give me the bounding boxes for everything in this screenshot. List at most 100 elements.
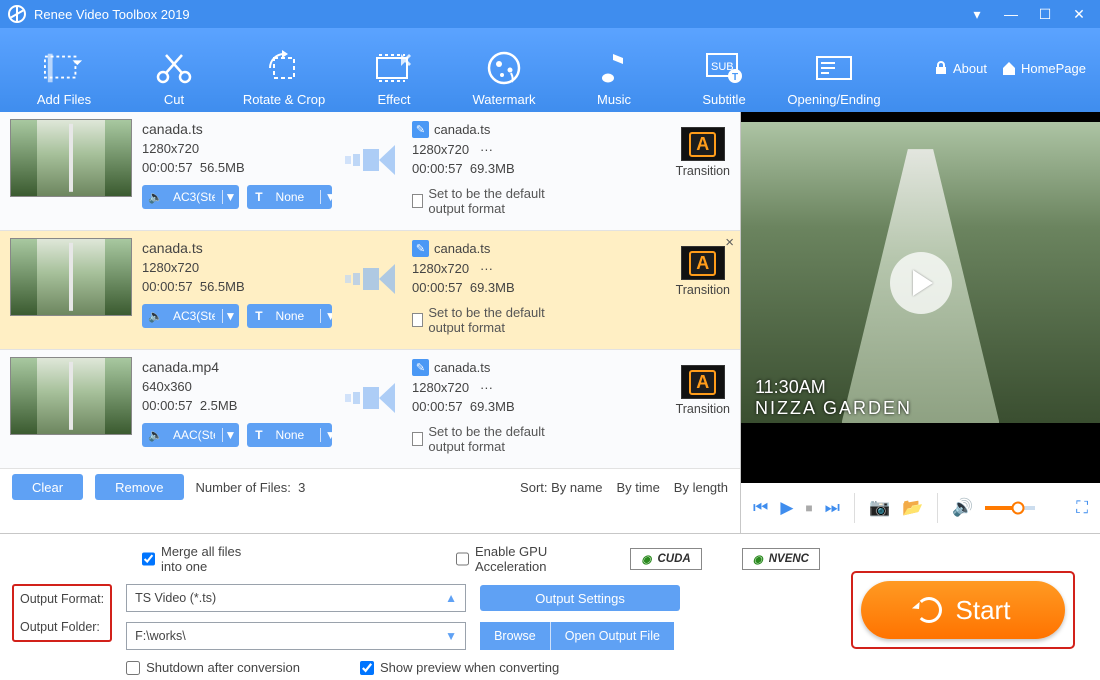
- arrow-icon: [342, 119, 402, 175]
- file-row[interactable]: canada.ts 1280x720 00:00:57 56.5MB 🔈 AC3…: [0, 112, 740, 231]
- tool-label: Music: [597, 92, 631, 107]
- output-folder-label: Output Folder:: [20, 620, 104, 634]
- sort-options: Sort: By name By time By length: [520, 480, 728, 495]
- output-name: canada.ts: [434, 241, 490, 256]
- show-preview-checkbox[interactable]: Show preview when converting: [360, 660, 559, 675]
- audio-dropdown[interactable]: 🔈 AC3(Stereo 44▼: [142, 304, 239, 328]
- default-format-checkbox[interactable]: [412, 432, 423, 446]
- output-name: canada.ts: [434, 122, 490, 137]
- default-format-checkbox[interactable]: [412, 313, 423, 327]
- edit-icon[interactable]: ✎: [412, 359, 429, 376]
- svg-text:T: T: [732, 72, 738, 83]
- output-format-combo[interactable]: TS Video (*.ts)▲: [126, 584, 466, 612]
- list-action-bar: Clear Remove Number of Files: 3 Sort: By…: [0, 469, 740, 505]
- tool-cut[interactable]: Cut: [124, 29, 224, 107]
- clear-button[interactable]: Clear: [12, 474, 83, 500]
- file-resolution: 1280x720: [142, 141, 332, 156]
- output-folder-combo[interactable]: F:\works\▼: [126, 622, 466, 650]
- sort-by-time[interactable]: By time: [616, 480, 659, 495]
- default-format-label: Set to be the default output format: [428, 424, 582, 454]
- transition-button[interactable]: A Transition: [676, 357, 730, 416]
- watermark-icon: [484, 48, 524, 88]
- volume-icon[interactable]: 🔊: [952, 498, 973, 518]
- transition-icon: A: [681, 365, 725, 399]
- tool-label: Watermark: [472, 92, 535, 107]
- preview-panel: 11:30AM NIZZA GARDEN ⏮ ▶ ■ ⏭ 📷 📂 🔊 ⛶: [740, 112, 1100, 533]
- lock-icon: [933, 60, 949, 76]
- music-icon: [594, 48, 634, 88]
- tool-rotate-crop[interactable]: Rotate & Crop: [234, 29, 334, 107]
- transition-label: Transition: [676, 164, 730, 178]
- default-format-label: Set to be the default output format: [428, 186, 582, 216]
- audio-dropdown[interactable]: 🔈 AAC(Stereo 44▼: [142, 423, 239, 447]
- preview-video[interactable]: 11:30AM NIZZA GARDEN: [741, 112, 1100, 483]
- open-output-file-button[interactable]: Open Output File: [550, 622, 674, 650]
- subtitle-dropdown[interactable]: T None▼: [247, 423, 332, 447]
- close-button[interactable]: ✕: [1066, 4, 1092, 24]
- output-name: canada.ts: [434, 360, 490, 375]
- file-duration-size: 00:00:57 2.5MB: [142, 398, 332, 413]
- open-folder-icon[interactable]: 📂: [902, 498, 923, 518]
- fullscreen-icon[interactable]: ⛶: [1076, 498, 1088, 518]
- transition-button[interactable]: A Transition: [676, 119, 730, 178]
- default-format-checkbox[interactable]: [412, 194, 423, 208]
- remove-button[interactable]: Remove: [95, 474, 183, 500]
- tool-opening-ending[interactable]: Opening/Ending: [784, 29, 884, 107]
- tool-effect[interactable]: Effect: [344, 29, 444, 107]
- maximize-button[interactable]: ☐: [1032, 4, 1058, 24]
- output-duration-size: 00:00:57 69.3MB: [412, 280, 582, 295]
- file-row[interactable]: × canada.ts 1280x720 00:00:57 56.5MB 🔈 A…: [0, 231, 740, 350]
- shutdown-checkbox[interactable]: Shutdown after conversion: [126, 660, 300, 675]
- output-duration-size: 00:00:57 69.3MB: [412, 399, 582, 414]
- browse-button[interactable]: Browse: [480, 622, 550, 650]
- transition-icon: A: [681, 246, 725, 280]
- snapshot-icon[interactable]: 📷: [869, 498, 890, 518]
- home-icon: [1001, 60, 1017, 76]
- volume-slider[interactable]: [985, 506, 1035, 510]
- arrow-icon: [342, 357, 402, 413]
- start-button[interactable]: Start: [861, 581, 1065, 639]
- homepage-link[interactable]: HomePage: [1001, 60, 1086, 76]
- remove-row-icon[interactable]: ×: [725, 234, 734, 251]
- sort-by-name[interactable]: By name: [551, 480, 602, 495]
- output-resolution: 1280x720 ···: [412, 261, 582, 276]
- reload-icon: [916, 597, 942, 623]
- gpu-checkbox[interactable]: Enable GPU Acceleration: [456, 544, 590, 574]
- about-label: About: [953, 61, 987, 76]
- stop-button[interactable]: ■: [805, 501, 812, 515]
- next-button[interactable]: ⏭: [825, 498, 840, 518]
- preview-caption: 11:30AM NIZZA GARDEN: [755, 377, 912, 419]
- play-button[interactable]: ▶: [780, 498, 793, 518]
- output-settings-button[interactable]: Output Settings: [480, 585, 680, 611]
- audio-dropdown[interactable]: 🔈 AC3(Stereo 44▼: [142, 185, 239, 209]
- tool-label: Rotate & Crop: [243, 92, 325, 107]
- file-resolution: 1280x720: [142, 260, 332, 275]
- tool-label: Subtitle: [702, 92, 745, 107]
- merge-checkbox[interactable]: Merge all files into one: [142, 544, 263, 574]
- tool-add-files[interactable]: Add Files: [14, 29, 114, 107]
- file-thumbnail: [10, 238, 132, 316]
- edit-icon[interactable]: ✎: [412, 240, 429, 257]
- transition-icon: A: [681, 127, 725, 161]
- file-row[interactable]: canada.mp4 640x360 00:00:57 2.5MB 🔈 AAC(…: [0, 350, 740, 469]
- subtitle-dropdown[interactable]: T None▼: [247, 304, 332, 328]
- tool-music[interactable]: Music: [564, 29, 664, 107]
- minimize-button[interactable]: —: [998, 4, 1024, 24]
- about-link[interactable]: About: [933, 60, 987, 76]
- effect-icon: [374, 48, 414, 88]
- sort-by-length[interactable]: By length: [674, 480, 728, 495]
- tool-label: Cut: [164, 92, 184, 107]
- tool-subtitle[interactable]: SUBT Subtitle: [674, 29, 774, 107]
- main-toolbar: Add Files Cut Rotate & Crop Effect Water…: [0, 28, 1100, 112]
- homepage-label: HomePage: [1021, 61, 1086, 76]
- transition-button[interactable]: A Transition: [676, 238, 730, 297]
- play-overlay-icon[interactable]: [890, 252, 952, 314]
- file-name: canada.ts: [142, 240, 332, 256]
- main-area: canada.ts 1280x720 00:00:57 56.5MB 🔈 AC3…: [0, 112, 1100, 534]
- prev-button[interactable]: ⏮: [753, 498, 768, 518]
- bottom-panel: Merge all files into one Enable GPU Acce…: [0, 534, 1100, 680]
- subtitle-dropdown[interactable]: T None▼: [247, 185, 332, 209]
- edit-icon[interactable]: ✎: [412, 121, 429, 138]
- tool-watermark[interactable]: Watermark: [454, 29, 554, 107]
- menu-dropdown-icon[interactable]: ▾: [964, 4, 990, 24]
